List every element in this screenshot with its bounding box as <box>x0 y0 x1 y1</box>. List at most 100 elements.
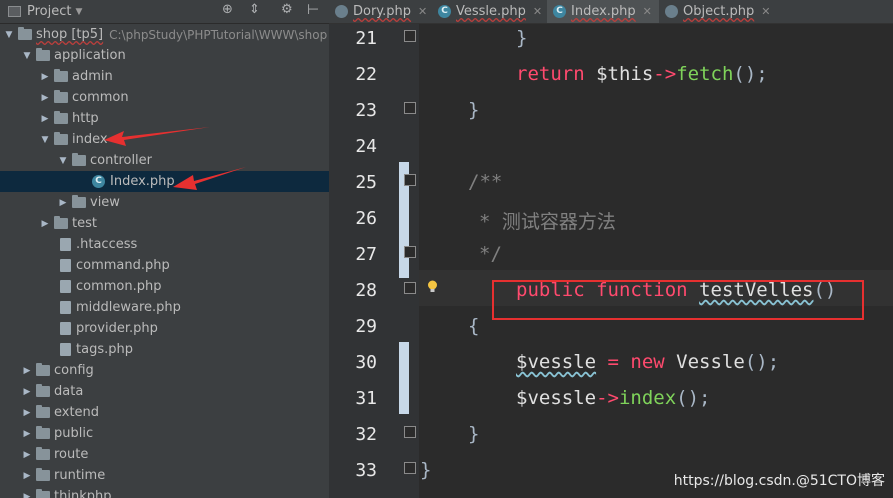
php-class-icon: C <box>438 5 451 18</box>
chevron-right-icon[interactable]: ▶ <box>39 219 51 229</box>
lightbulb-icon[interactable] <box>427 280 438 294</box>
line-number: 31 <box>355 388 377 409</box>
code-line-25: /** <box>468 171 503 193</box>
tree-item-admin[interactable]: ▶ admin <box>0 66 329 87</box>
code-line-33: } <box>420 459 432 481</box>
tree-item-test[interactable]: ▶ test <box>0 213 329 234</box>
line-number: 27 <box>355 244 377 265</box>
php-class-icon: C <box>92 175 105 188</box>
line-number: 24 <box>355 136 377 157</box>
code-line-29: { <box>468 315 480 337</box>
tab-object-php[interactable]: Object.php ✕ <box>659 0 771 23</box>
php-file-icon <box>60 301 71 314</box>
tab-dory-php[interactable]: Dory.php ✕ <box>329 0 432 23</box>
code-line-22: return $this->fetch(); <box>516 63 768 85</box>
close-icon[interactable]: ✕ <box>643 5 652 18</box>
editor-tabs: Dory.php ✕ C Vessle.php ✕ C Index.php ✕ … <box>329 0 893 24</box>
tree-item-tags-php[interactable]: tags.php <box>0 339 329 360</box>
line-number: 29 <box>355 316 377 337</box>
annotation-highlight-box <box>492 280 864 320</box>
tree-item-route[interactable]: ▶ route <box>0 444 329 465</box>
folder-icon <box>36 384 50 397</box>
tree-item-data[interactable]: ▶ data <box>0 381 329 402</box>
tree-item-index-php[interactable]: C Index.php <box>0 171 329 192</box>
close-icon[interactable]: ✕ <box>761 5 770 18</box>
folder-icon <box>54 90 68 103</box>
tab-vessle-php[interactable]: C Vessle.php ✕ <box>432 0 547 23</box>
chevron-down-icon[interactable]: ▼ <box>3 30 15 40</box>
close-icon[interactable]: ✕ <box>418 5 427 18</box>
php-file-icon <box>665 5 678 18</box>
php-file-icon <box>60 280 71 293</box>
tree-item-common[interactable]: ▶ common <box>0 87 329 108</box>
tree-item-config[interactable]: ▶ config <box>0 360 329 381</box>
line-number: 23 <box>355 100 377 121</box>
line-number: 26 <box>355 208 377 229</box>
chevron-right-icon[interactable]: ▶ <box>21 408 33 418</box>
folder-icon <box>36 447 50 460</box>
code-line-26: * 测试容器方法 <box>479 211 616 233</box>
gear-icon[interactable]: ⚙ <box>281 2 293 17</box>
tree-item-controller[interactable]: ▼ controller <box>0 150 329 171</box>
php-file-icon <box>335 5 348 18</box>
tree-item-view[interactable]: ▶ view <box>0 192 329 213</box>
chevron-right-icon[interactable]: ▶ <box>39 72 51 82</box>
tree-item-command-php[interactable]: command.php <box>0 255 329 276</box>
chevron-down-icon[interactable]: ▼ <box>57 156 69 166</box>
fold-marker-icon[interactable] <box>404 30 416 42</box>
fold-marker-icon[interactable] <box>404 174 416 186</box>
close-icon[interactable]: ✕ <box>533 5 542 18</box>
fold-marker-icon[interactable] <box>404 282 416 294</box>
target-icon[interactable]: ⊕ <box>222 2 233 17</box>
tree-item-thinkphp[interactable]: ▶ thinkphp <box>0 486 329 498</box>
tree-item-common-php[interactable]: common.php <box>0 276 329 297</box>
folder-icon <box>72 195 86 208</box>
chevron-right-icon[interactable]: ▶ <box>21 471 33 481</box>
hide-panel-icon[interactable]: ⊢ <box>307 2 319 18</box>
code-line-30: $vessle = new Vessle(); <box>516 351 780 373</box>
chevron-right-icon[interactable]: ▶ <box>21 492 33 498</box>
chevron-down-icon[interactable]: ▼ <box>39 135 51 145</box>
php-file-icon <box>60 259 71 272</box>
tree-item-shop[interactable]: ▼ shop [tp5] C:\phpStudy\PHPTutorial\WWW… <box>0 24 329 45</box>
folder-icon <box>18 27 32 40</box>
tree-item-htaccess[interactable]: .htaccess <box>0 234 329 255</box>
chevron-right-icon[interactable]: ▶ <box>21 387 33 397</box>
folder-icon <box>54 216 68 229</box>
folder-icon <box>36 48 50 61</box>
chevron-down-icon[interactable]: ▼ <box>21 51 33 61</box>
chevron-right-icon[interactable]: ▶ <box>21 450 33 460</box>
line-number: 30 <box>355 352 377 373</box>
chevron-right-icon[interactable]: ▶ <box>21 429 33 439</box>
php-class-icon: C <box>553 5 566 18</box>
fold-marker-icon[interactable] <box>404 462 416 474</box>
project-panel-header: Project ▼ ⊕ ⇕ ⚙ ⊢ <box>0 0 329 24</box>
chevron-right-icon[interactable]: ▶ <box>21 366 33 376</box>
tree-item-middleware-php[interactable]: middleware.php <box>0 297 329 318</box>
fold-marker-icon[interactable] <box>404 426 416 438</box>
chevron-right-icon[interactable]: ▶ <box>57 198 69 208</box>
folder-icon <box>54 111 68 124</box>
chevron-down-icon[interactable]: ▼ <box>75 7 82 17</box>
tree-item-extend[interactable]: ▶ extend <box>0 402 329 423</box>
folder-icon <box>36 405 50 418</box>
collapse-all-icon[interactable]: ⇕ <box>249 2 260 17</box>
code-line-21: } <box>516 27 528 49</box>
folder-icon <box>36 426 50 439</box>
fold-marker-icon[interactable] <box>404 102 416 114</box>
annotation-arrow <box>104 127 210 146</box>
project-panel-title[interactable]: Project <box>27 4 71 19</box>
code-editor[interactable]: 21 22 23 24 25 26 27 28 29 30 31 32 33 }… <box>329 24 893 498</box>
project-panel: Project ▼ ⊕ ⇕ ⚙ ⊢ ▼ shop [tp5] C:\phpStu… <box>0 0 329 498</box>
tree-item-public[interactable]: ▶ public <box>0 423 329 444</box>
tree-item-application[interactable]: ▼ application <box>0 45 329 66</box>
tree-item-runtime[interactable]: ▶ runtime <box>0 465 329 486</box>
tab-index-php[interactable]: C Index.php ✕ <box>547 0 659 23</box>
line-number: 21 <box>355 28 377 49</box>
fold-marker-icon[interactable] <box>404 246 416 258</box>
tree-item-provider-php[interactable]: provider.php <box>0 318 329 339</box>
chevron-right-icon[interactable]: ▶ <box>39 114 51 124</box>
annotation-arrow <box>173 167 246 190</box>
chevron-right-icon[interactable]: ▶ <box>39 93 51 103</box>
php-file-icon <box>60 343 71 356</box>
